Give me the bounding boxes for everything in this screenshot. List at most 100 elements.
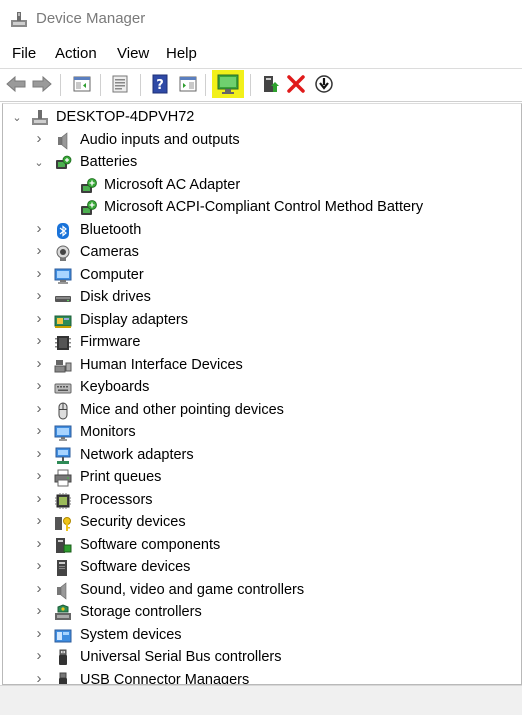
action-pane-button[interactable] [176, 72, 200, 96]
tree-root[interactable]: ⌄ DESKTOP-4DPVH72 [3, 107, 513, 129]
battery-child-icon [81, 200, 97, 215]
tree-device[interactable]: Microsoft ACPI-Compliant Control Method … [3, 197, 513, 219]
tree-category-label: Software devices [80, 559, 191, 575]
usb-connector-icon [59, 672, 67, 684]
tree-category-label: Display adapters [80, 312, 188, 328]
chevron-right-icon[interactable]: › [34, 131, 44, 146]
chevron-right-icon[interactable]: › [34, 311, 44, 326]
chevron-right-icon[interactable]: › [34, 558, 44, 573]
toolbar: ? [0, 68, 522, 102]
tree-category-label: Batteries [80, 154, 138, 170]
system-devices-icon [54, 629, 72, 643]
help-button[interactable]: ? [148, 72, 172, 96]
chevron-right-icon[interactable]: › [34, 446, 44, 461]
uninstall-device-button[interactable] [284, 72, 308, 96]
software-component-icon [56, 538, 72, 553]
tree-category[interactable]: › System devices [3, 625, 513, 647]
tree-category[interactable]: › Storage controllers [3, 602, 513, 624]
usb-icon [59, 649, 67, 665]
tree-category[interactable]: › Print queues [3, 467, 513, 489]
title-bar: Device Manager [0, 0, 522, 40]
chevron-right-icon[interactable]: › [34, 468, 44, 483]
menu-action[interactable]: Action [55, 45, 97, 62]
chevron-right-icon[interactable]: › [34, 648, 44, 663]
update-driver-button[interactable] [258, 72, 282, 96]
tree-category[interactable]: › Bluetooth [3, 220, 513, 242]
back-button[interactable] [4, 72, 28, 96]
keyboard-icon [54, 383, 72, 394]
chevron-right-icon[interactable]: › [34, 491, 44, 506]
chevron-right-icon[interactable]: › [34, 626, 44, 641]
chevron-right-icon[interactable]: › [34, 221, 44, 236]
chevron-right-icon[interactable]: › [34, 356, 44, 371]
arrow-right-icon [32, 75, 52, 93]
menu-help[interactable]: Help [166, 45, 197, 62]
tree-category[interactable]: › Processors [3, 490, 513, 512]
tree-category-label: Computer [80, 267, 144, 283]
tree-category[interactable]: › Disk drives [3, 287, 513, 309]
update-driver-icon [264, 76, 279, 92]
chevron-right-icon[interactable]: › [34, 513, 44, 528]
tree-category[interactable]: › Network adapters [3, 445, 513, 467]
chevron-right-icon[interactable]: › [34, 333, 44, 348]
tree-category[interactable]: › Software components [3, 535, 513, 557]
chevron-right-icon[interactable]: › [34, 423, 44, 438]
chevron-right-icon[interactable]: › [34, 671, 44, 684]
toolbar-separator [100, 74, 101, 96]
chevron-right-icon[interactable]: › [34, 266, 44, 281]
menu-file[interactable]: File [12, 45, 36, 62]
chevron-right-icon[interactable]: › [34, 603, 44, 618]
menu-view[interactable]: View [117, 45, 149, 62]
processor-icon [55, 493, 71, 509]
chevron-down-icon[interactable]: ⌄ [12, 113, 22, 124]
tree-category-label: Bluetooth [80, 222, 142, 238]
chevron-right-icon[interactable]: › [34, 243, 44, 258]
chevron-right-icon[interactable]: › [34, 378, 44, 393]
tree-category-label: Firmware [80, 334, 141, 350]
battery-child-icon [81, 178, 97, 193]
disable-device-button[interactable] [312, 72, 336, 96]
tree-category-label: Universal Serial Bus controllers [80, 649, 282, 665]
tree-category[interactable]: › Universal Serial Bus controllers [3, 647, 513, 669]
tree-category-label: Sound, video and game controllers [80, 582, 305, 598]
chevron-right-icon[interactable]: › [34, 288, 44, 303]
tree-category[interactable]: › Software devices [3, 557, 513, 579]
tree-category[interactable]: ⌄ Batteries [3, 152, 513, 174]
tree-device-label: Microsoft ACPI-Compliant Control Method … [104, 199, 424, 215]
tree-category-label: Human Interface Devices [80, 357, 243, 373]
chevron-right-icon[interactable]: › [34, 581, 44, 596]
tree-category[interactable]: › Computer [3, 265, 513, 287]
firmware-icon [55, 336, 71, 350]
toolbar-separator [205, 74, 206, 96]
forward-button[interactable] [30, 72, 54, 96]
tree-category[interactable]: › Firmware [3, 332, 513, 354]
bluetooth-icon [57, 223, 69, 239]
tree-category[interactable]: › Audio inputs and outputs [3, 130, 513, 152]
scan-for-hardware-changes-button[interactable] [212, 70, 244, 98]
tree-category[interactable]: › Security devices [3, 512, 513, 534]
chevron-down-icon[interactable]: ⌄ [34, 158, 44, 169]
tree-category-label: Disk drives [80, 289, 151, 305]
tree-category[interactable]: › Display adapters [3, 310, 513, 332]
tree-device[interactable]: Microsoft AC Adapter [3, 175, 513, 197]
tree-category[interactable]: › Monitors [3, 422, 513, 444]
tree-category[interactable]: › Cameras [3, 242, 513, 264]
properties-button[interactable] [108, 72, 132, 96]
tree-category[interactable]: › Human Interface Devices [3, 355, 513, 377]
chevron-right-icon[interactable]: › [34, 401, 44, 416]
tree-category-label: Security devices [80, 514, 186, 530]
monitor-icon [54, 425, 72, 441]
chevron-right-icon[interactable]: › [34, 536, 44, 551]
show-hide-console-tree-button[interactable] [70, 72, 94, 96]
tree-category-label: Mice and other pointing devices [80, 402, 284, 418]
tree-category-label: Processors [80, 492, 153, 508]
tree-category-label: USB Connector Managers [80, 672, 250, 685]
tree-category[interactable]: › Sound, video and game controllers [3, 580, 513, 602]
tree-category[interactable]: › Keyboards [3, 377, 513, 399]
tree-category-label: Audio inputs and outputs [80, 132, 240, 148]
computer-root-icon [32, 110, 48, 125]
tree-category[interactable]: › USB Connector Managers [3, 670, 513, 685]
tree-category-label: Print queues [80, 469, 162, 485]
help-icon: ? [152, 74, 168, 94]
tree-category[interactable]: › Mice and other pointing devices [3, 400, 513, 422]
